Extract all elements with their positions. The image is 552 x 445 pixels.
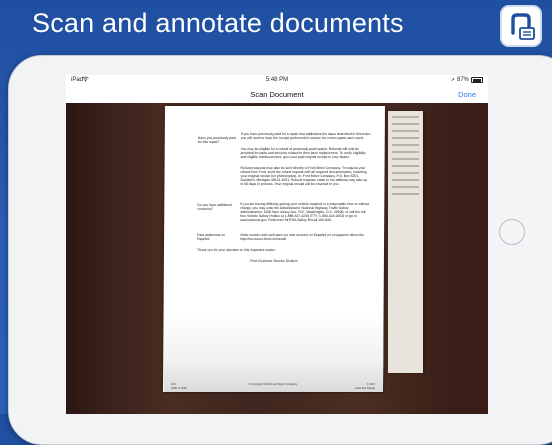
battery-percent: 87% <box>456 77 469 83</box>
doc-question-concerns: Do you have additional concerns? <box>197 203 232 212</box>
nav-title: Scan Document <box>250 90 304 99</box>
doc-answer-5: Visite nuestro sitio web para ver este a… <box>240 233 365 242</box>
headline: Scan and annotate documents <box>32 8 404 38</box>
battery-icon <box>471 77 483 83</box>
doc-answer-1: If you have previously paid for a repair… <box>240 132 371 141</box>
doc-question-repair: Have you previously paid for this repair… <box>197 136 236 145</box>
dark-edge <box>451 103 488 414</box>
document-shadow <box>164 313 384 393</box>
ipad-screen: iPad 5:48 PM ➚ 87% Scan Document Done Ha… <box>66 75 488 414</box>
doc-thanks: Thank you for your attention to this imp… <box>196 248 276 252</box>
doc-answer-3: Refund requests may also be sent directl… <box>240 166 368 187</box>
doc-answer-2: You may be eligible for a refund of prev… <box>240 147 366 160</box>
app-logo-icon <box>500 5 542 47</box>
done-button[interactable]: Done <box>458 90 476 99</box>
clock: 5:48 PM <box>265 77 289 83</box>
home-button[interactable] <box>499 219 525 245</box>
camera-preview: Have you previously paid for this repair… <box>66 103 488 414</box>
status-bar: iPad 5:48 PM ➚ 87% <box>66 75 488 87</box>
doc-signature: Ford Customer Service Division <box>250 259 298 263</box>
doc-answer-4: If you are having difficulty getting you… <box>240 202 370 223</box>
receipt-background <box>388 111 423 373</box>
navigation-bar: Scan Document Done <box>66 87 488 104</box>
doc-question-spanish: Para asistencia en Español <box>197 233 226 242</box>
location-icon: ➚ <box>450 77 455 83</box>
